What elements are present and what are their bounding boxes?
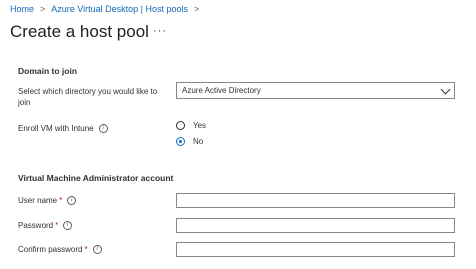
radio-no[interactable] bbox=[176, 137, 185, 146]
admin-section-heading: Virtual Machine Administrator account bbox=[18, 173, 174, 183]
confirm-password-label: Confirm password * i bbox=[18, 244, 102, 255]
intune-option-yes[interactable]: Yes bbox=[176, 119, 236, 135]
password-input[interactable] bbox=[176, 218, 455, 233]
directory-label: Select which directory you would like to… bbox=[18, 87, 158, 107]
confirm-password-label-text: Confirm password bbox=[18, 245, 83, 254]
username-label-text: User name bbox=[18, 196, 58, 205]
directory-select[interactable]: Azure Active Directory bbox=[176, 82, 455, 99]
username-input[interactable] bbox=[176, 193, 455, 208]
info-icon[interactable]: i bbox=[92, 245, 102, 255]
directory-select-value: Azure Active Directory bbox=[182, 86, 261, 95]
intune-label: Enroll VM with Intune i bbox=[18, 123, 108, 134]
info-icon[interactable]: i bbox=[98, 124, 108, 134]
domain-section-heading: Domain to join bbox=[18, 66, 78, 76]
required-mark: * bbox=[59, 196, 63, 205]
breadcrumb: Home > Azure Virtual Desktop | Host pool… bbox=[10, 4, 199, 14]
chevron-down-icon bbox=[440, 84, 451, 95]
more-options-icon[interactable]: ··· bbox=[153, 25, 167, 37]
breadcrumb-home[interactable]: Home bbox=[10, 4, 34, 14]
intune-option-no-label: No bbox=[193, 137, 204, 146]
password-label-text: Password bbox=[18, 221, 54, 230]
required-mark: * bbox=[55, 221, 59, 230]
chevron-right-icon: > bbox=[194, 4, 200, 14]
info-icon[interactable]: i bbox=[63, 221, 73, 231]
confirm-password-input[interactable] bbox=[176, 242, 455, 257]
breadcrumb-host-pools[interactable]: Azure Virtual Desktop | Host pools bbox=[51, 4, 188, 14]
password-label: Password * i bbox=[18, 220, 73, 231]
intune-option-yes-label: Yes bbox=[193, 121, 207, 130]
chevron-right-icon: > bbox=[40, 4, 46, 14]
required-mark: * bbox=[84, 245, 88, 254]
radio-yes[interactable] bbox=[176, 121, 185, 130]
intune-option-no[interactable]: No bbox=[176, 135, 236, 151]
page-title: Create a host pool bbox=[10, 22, 149, 41]
intune-label-text: Enroll VM with Intune bbox=[18, 124, 94, 133]
username-label: User name * i bbox=[18, 195, 77, 206]
info-icon[interactable]: i bbox=[67, 196, 77, 206]
